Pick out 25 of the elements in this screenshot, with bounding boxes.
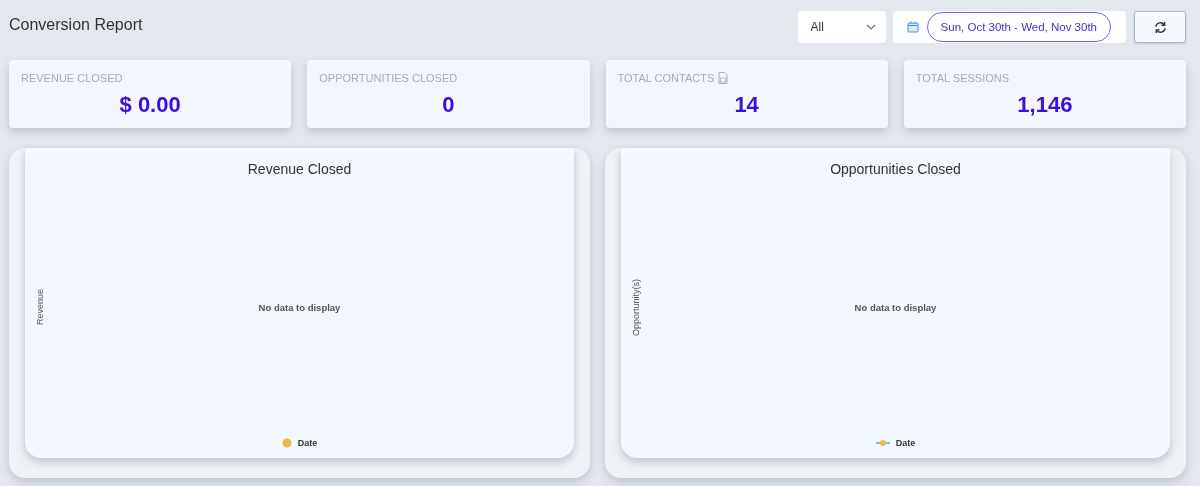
axis-label: Opportunity(s) [631, 279, 641, 336]
document-icon [718, 72, 729, 84]
legend-label: Date [297, 438, 318, 448]
refresh-button[interactable] [1134, 11, 1186, 43]
stat-value: 1,146 [1016, 92, 1074, 118]
page-title: Conversion Report [9, 16, 144, 34]
filter-select[interactable]: All [797, 11, 886, 43]
stat-label: OPPORTUNITIES CLOSED [319, 72, 458, 84]
chevron-down-icon [865, 24, 876, 30]
stat-value: $ 0.00 [118, 92, 182, 118]
chart-title: Revenue Closed [246, 160, 353, 177]
chart-title: Opportunities Closed [829, 160, 962, 177]
legend-dot-icon [281, 438, 292, 448]
empty-message: No data to display [258, 302, 341, 313]
stat-value: 0 [441, 92, 456, 118]
legend-label: Date [895, 438, 916, 448]
stat-label: REVENUE CLOSED [21, 72, 123, 84]
legend-line-icon [875, 439, 890, 447]
stat-label: TOTAL SESSIONS [915, 72, 1010, 84]
stat-value: 14 [733, 92, 760, 118]
empty-message: No data to display [854, 302, 937, 313]
refresh-icon [1153, 20, 1167, 34]
calendar-icon [906, 21, 919, 33]
axis-label: Revenue [35, 289, 45, 326]
stat-label: TOTAL CONTACTS [617, 72, 715, 84]
